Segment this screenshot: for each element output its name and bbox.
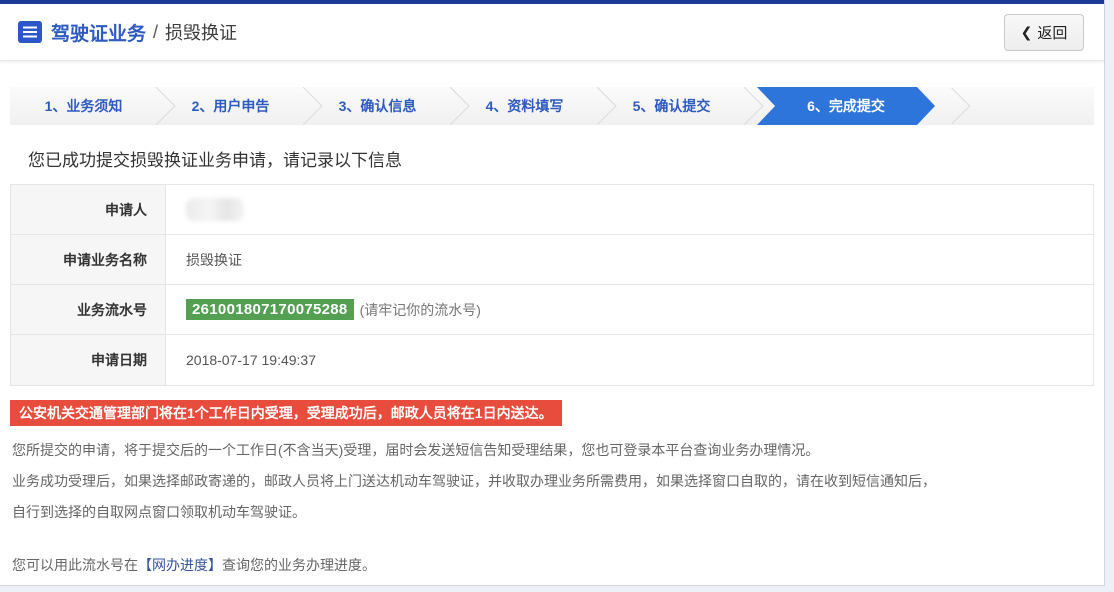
online-progress-link[interactable]: 【网办进度】 xyxy=(138,557,222,573)
page-container: 驾驶证业务 / 损毁换证 ❮ 返回 1、业务须知 2、用户申告 3、确认信息 4… xyxy=(0,0,1105,586)
processing-warning-banner: 公安机关交通管理部门将在1个工作日内受理，受理成功后，邮政人员将在1日内送达。 xyxy=(10,400,562,426)
step-label: 1、业务须知 xyxy=(45,96,123,116)
step-6-complete-submit-active[interactable]: 6、完成提交 xyxy=(757,87,935,125)
step-label: 2、用户申告 xyxy=(192,96,270,116)
explanation-line: 业务成功受理后，如果选择邮政寄递的，邮政人员将上门送达机动车驾驶证，并收取办理业… xyxy=(12,466,1104,497)
application-info-table: 申请人 申请业务名称 损毁换证 业务流水号 261001807170075288… xyxy=(10,184,1094,386)
serial-number-note: (请牢记你的流水号) xyxy=(360,300,481,320)
step-3-confirm-info[interactable]: 3、确认信息 xyxy=(304,87,451,125)
step-5-confirm-submit[interactable]: 5、确认提交 xyxy=(598,87,745,125)
step-label: 4、资料填写 xyxy=(486,96,564,116)
step-4-fill-materials[interactable]: 4、资料填写 xyxy=(451,87,598,125)
chevron-right-separator-icon xyxy=(934,88,971,125)
row-value: 261001807170075288 (请牢记你的流水号) xyxy=(166,285,1093,334)
explanation-line: 您所提交的申请，将于提交后的一个工作日(不含当天)受理，届时会发送短信告知受理结… xyxy=(12,435,1104,466)
table-row-serial-number: 业务流水号 261001807170075288 (请牢记你的流水号) xyxy=(11,285,1093,335)
step-label: 5、确认提交 xyxy=(633,96,711,116)
step-1-business-notice[interactable]: 1、业务须知 xyxy=(10,87,157,125)
explanation-line: 自行到选择的自取网点窗口领取机动车驾驶证。 xyxy=(12,497,1104,528)
step-label: 3、确认信息 xyxy=(339,96,417,116)
back-button-label: 返回 xyxy=(1037,22,1067,43)
page-header: 驾驶证业务 / 损毁换证 ❮ 返回 xyxy=(0,4,1104,61)
breadcrumb-business-category: 驾驶证业务 xyxy=(51,19,146,46)
chevron-left-icon: ❮ xyxy=(1021,24,1033,41)
back-button[interactable]: ❮ 返回 xyxy=(1004,14,1084,51)
row-label: 申请日期 xyxy=(11,335,166,385)
row-label: 业务流水号 xyxy=(11,285,166,334)
progress-suffix: 查询您的业务办理进度。 xyxy=(222,557,376,573)
step-wizard-bar: 1、业务须知 2、用户申告 3、确认信息 4、资料填写 5、确认提交 6、完成提… xyxy=(10,87,1094,125)
step-label: 6、完成提交 xyxy=(807,96,885,116)
row-label: 申请人 xyxy=(11,185,166,234)
row-value xyxy=(166,185,1093,234)
list-form-icon xyxy=(18,21,42,43)
breadcrumb-separator: / xyxy=(153,22,158,43)
progress-query-line: 您可以用此流水号在【网办进度】查询您的业务办理进度。 xyxy=(12,555,1104,575)
progress-prefix: 您可以用此流水号在 xyxy=(12,557,138,573)
serial-number-badge: 261001807170075288 xyxy=(186,299,354,320)
masked-applicant-name xyxy=(186,198,244,221)
row-value: 损毁换证 xyxy=(166,235,1093,284)
breadcrumb-current-service: 损毁换证 xyxy=(165,19,237,45)
row-label: 申请业务名称 xyxy=(11,235,166,284)
explanation-paragraphs: 您所提交的申请，将于提交后的一个工作日(不含当天)受理，届时会发送短信告知受理结… xyxy=(12,435,1104,528)
table-row-business-name: 申请业务名称 损毁换证 xyxy=(11,235,1093,285)
row-value: 2018-07-17 19:49:37 xyxy=(166,335,1093,385)
table-row-apply-date: 申请日期 2018-07-17 19:49:37 xyxy=(11,335,1093,385)
step-2-user-declaration[interactable]: 2、用户申告 xyxy=(157,87,304,125)
table-row-applicant: 申请人 xyxy=(11,185,1093,235)
success-message-title: 您已成功提交损毁换证业务申请，请记录以下信息 xyxy=(28,146,1104,171)
